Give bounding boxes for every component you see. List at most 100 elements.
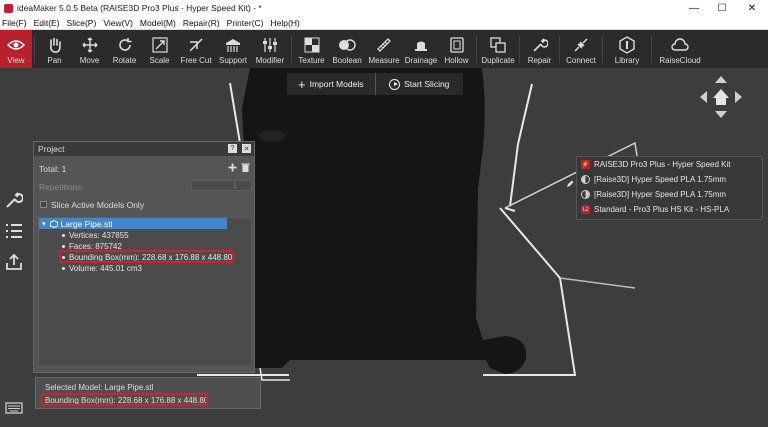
menu-edit[interactable]: Edit(E): [34, 18, 60, 28]
slice-active-checkbox[interactable]: [40, 201, 47, 208]
template-name: Standard - Pro3 Plus HS Kit - HS-PLA: [594, 205, 730, 214]
start-slicing-button[interactable]: Start Slicing: [374, 73, 464, 95]
tool-label: View: [7, 56, 25, 65]
right-filament-selector[interactable]: [Raise3D] Hyper Speed PLA 1.75mm: [581, 190, 726, 199]
add-icon[interactable]: [228, 163, 237, 172]
tool-label: Rotate: [112, 56, 137, 65]
tool-label: Modifier: [255, 56, 285, 65]
toolbar-divider: [476, 35, 477, 63]
tool-label: Scale: [149, 56, 170, 65]
total-count: Total: 1: [39, 164, 67, 174]
drainage-icon: [412, 36, 430, 54]
raise3d-logo-icon: ⚡: [581, 160, 590, 169]
tool-boolean[interactable]: Boolean: [329, 30, 365, 68]
menu-bar: File(F) Edit(E) Slice(P) View(V) Model(M…: [0, 16, 768, 30]
menu-slice[interactable]: Slice(P): [67, 18, 97, 28]
help-icon[interactable]: ?: [228, 144, 237, 153]
tool-drainage[interactable]: Drainage: [403, 30, 439, 68]
keyboard-icon[interactable]: [5, 399, 23, 417]
bounding-box-highlight: [59, 250, 234, 263]
toolbar-divider: [291, 35, 292, 63]
tool-modifier[interactable]: Modifier: [251, 30, 289, 68]
tool-label: Measure: [368, 56, 400, 65]
tool-raisecloud[interactable]: RaiseCloud: [654, 30, 706, 68]
repetitions-stepper[interactable]: 1: [191, 180, 252, 191]
tool-view[interactable]: View: [0, 30, 32, 68]
tool-duplicate[interactable]: Duplicate: [479, 30, 517, 68]
tool-texture[interactable]: Texture: [294, 30, 329, 68]
project-panel-header: Project ? ✕: [34, 142, 254, 156]
hollow-icon: [448, 36, 466, 54]
tool-library[interactable]: Library: [605, 30, 649, 68]
vertices-text: Vertices: 437855: [69, 231, 129, 240]
ruler-icon: [375, 36, 393, 54]
template-level-badge: L2: [581, 205, 590, 214]
info-bounding-box-highlight: [41, 393, 208, 406]
left-filament-name: [Raise3D] Hyper Speed PLA 1.75mm: [594, 175, 727, 184]
app-logo-icon: [4, 3, 13, 13]
play-icon: [389, 78, 401, 90]
slice-active-label: Slice Active Models Only: [51, 200, 145, 210]
texture-icon: [303, 36, 321, 54]
menu-repair[interactable]: Repair(R): [183, 18, 220, 28]
tool-hollow[interactable]: Hollow: [439, 30, 474, 68]
tool-label: Repair: [527, 56, 552, 65]
tool-label: Boolean: [332, 56, 362, 65]
eye-icon: [7, 36, 25, 54]
collapse-icon[interactable]: ▾: [42, 220, 46, 228]
duplicate-icon: [489, 36, 507, 54]
tool-pan[interactable]: Pan: [37, 30, 72, 68]
cut-icon: [187, 36, 205, 54]
model-info-panel: Selected Model: Large Pipe.stl Bounding …: [35, 377, 261, 409]
export-icon[interactable]: [5, 253, 23, 271]
tool-measure[interactable]: Measure: [365, 30, 403, 68]
import-models-button[interactable]: + Import Models: [287, 73, 375, 95]
menu-help[interactable]: Help(H): [271, 18, 300, 28]
tool-scale[interactable]: Scale: [142, 30, 177, 68]
tool-label: Texture: [298, 56, 325, 65]
hand-icon: [46, 36, 64, 54]
title-bar: ideaMaker 5.0.5 Beta (RAISE3D Pro3 Plus …: [0, 0, 768, 16]
viewport-action-bar: + Import Models Start Slicing: [287, 73, 463, 95]
tool-free-cut[interactable]: Free Cut: [177, 30, 215, 68]
filament-spool-icon: [581, 175, 590, 184]
tool-connect[interactable]: Connect: [562, 30, 600, 68]
plus-icon: +: [298, 76, 306, 92]
move-icon: [81, 36, 99, 54]
volume-item: Volume: 445.01 cm3: [62, 264, 142, 273]
minimize-button[interactable]: —: [680, 0, 708, 16]
view-navigation-icon[interactable]: [696, 72, 746, 122]
list-icon[interactable]: [5, 222, 23, 240]
tool-move[interactable]: Move: [72, 30, 107, 68]
tool-label: Library: [614, 56, 640, 65]
tool-label: Pan: [47, 56, 62, 65]
tool-support[interactable]: Support: [215, 30, 251, 68]
toolbar-divider: [34, 35, 35, 63]
model-name: Large Pipe.stl: [60, 218, 113, 229]
tool-repair[interactable]: Repair: [522, 30, 557, 68]
library-icon: [618, 36, 636, 54]
edit-pencil-icon[interactable]: [566, 180, 574, 188]
printer-selector[interactable]: ⚡ RAISE3D Pro3 Plus - Hyper Speed Kit: [581, 160, 731, 169]
tool-label: Support: [218, 56, 248, 65]
delete-icon[interactable]: [241, 163, 250, 172]
menu-model[interactable]: Model(M): [140, 18, 176, 28]
maximize-button[interactable]: ☐: [708, 0, 736, 16]
modifier-icon: [261, 36, 279, 54]
main-toolbar: View Pan Move Rotate Scale Free Cut Supp…: [0, 30, 768, 68]
model-tree-item[interactable]: ▾ Large Pipe.stl: [39, 218, 227, 229]
cloud-icon: [671, 36, 689, 54]
menu-printer[interactable]: Printer(C): [227, 18, 264, 28]
menu-view[interactable]: View(V): [103, 18, 133, 28]
menu-file[interactable]: File(F): [2, 18, 27, 28]
left-filament-selector[interactable]: [Raise3D] Hyper Speed PLA 1.75mm: [581, 175, 726, 184]
close-button[interactable]: ✕: [738, 0, 766, 16]
printer-settings-panel: ⚡ RAISE3D Pro3 Plus - Hyper Speed Kit [R…: [576, 156, 763, 220]
wrench-side-icon[interactable]: [5, 191, 23, 209]
template-selector[interactable]: L2 Standard - Pro3 Plus HS Kit - HS-PLA: [581, 205, 729, 214]
tool-rotate[interactable]: Rotate: [107, 30, 142, 68]
tool-label: Hollow: [444, 56, 469, 65]
connect-icon: [572, 36, 590, 54]
right-filament-name: [Raise3D] Hyper Speed PLA 1.75mm: [594, 190, 727, 199]
close-panel-icon[interactable]: ✕: [242, 144, 251, 153]
